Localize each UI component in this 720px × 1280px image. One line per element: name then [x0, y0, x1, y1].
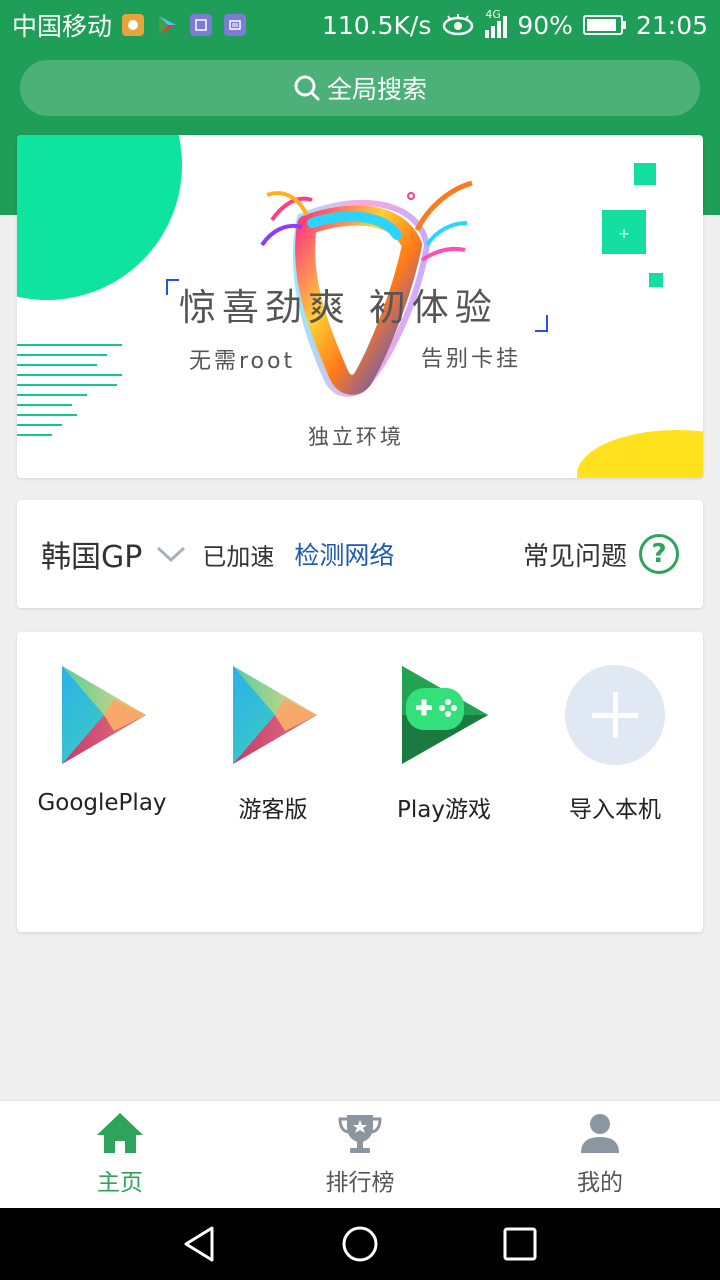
system-navigation-bar — [0, 1208, 720, 1280]
tab-label: 排行榜 — [325, 1170, 395, 1196]
message-notification-icon — [224, 14, 247, 36]
app-label: 游客版 — [238, 797, 308, 823]
tab-label: 我的 — [577, 1170, 623, 1196]
tab-label: 主页 — [97, 1170, 143, 1196]
detect-network-link[interactable]: 检测网络 — [294, 536, 394, 572]
apps-grid: GooglePlay 游客版 Play游戏 导入本机 — [17, 632, 703, 932]
home-button-icon[interactable] — [340, 1224, 380, 1264]
google-play-icon — [233, 666, 317, 764]
network-speed: 110.5K/s — [321, 10, 432, 40]
banner-right-caption: 告别卡挂 — [421, 347, 522, 372]
import-local-app[interactable]: 导入本机 — [530, 662, 700, 824]
status-bar: 中国移动 110.5K/s 4G 90% 21:05 — [0, 0, 720, 50]
tab-mine[interactable]: 我的 — [480, 1111, 720, 1197]
banner-left-caption: 无需root — [189, 349, 296, 374]
trophy-icon — [338, 1115, 382, 1153]
app-label: Play游戏 — [397, 797, 491, 823]
banner-bottom-caption: 独立环境 — [308, 425, 404, 449]
region-selector[interactable]: 韩国GP — [41, 532, 142, 576]
battery-percent: 90% — [517, 10, 573, 40]
tab-ranking[interactable]: 排行榜 — [240, 1111, 480, 1197]
app-google-play[interactable]: GooglePlay — [17, 662, 187, 816]
tab-home[interactable]: 主页 — [0, 1111, 240, 1197]
app-label: GooglePlay — [37, 790, 167, 816]
clock: 21:05 — [635, 10, 708, 40]
home-icon — [97, 1113, 143, 1153]
battery-icon — [582, 15, 626, 35]
promo-banner[interactable]: + 惊喜劲爽 初体验 无需root 告别卡挂 独立环境 — [17, 135, 703, 478]
banner-headline: 惊喜劲爽 初体验 — [179, 286, 498, 329]
bottom-tab-bar: 主页 排行榜 我的 — [0, 1100, 720, 1208]
eye-comfort-icon — [443, 14, 474, 36]
signal-icon: 4G — [485, 8, 508, 38]
app-label: 导入本机 — [569, 797, 661, 823]
search-label: 全局搜索 — [326, 75, 427, 104]
svg-text:+: + — [618, 226, 630, 242]
recents-icon[interactable] — [500, 1224, 540, 1264]
app-play-games[interactable]: Play游戏 — [359, 662, 529, 824]
chevron-down-icon[interactable] — [156, 545, 186, 563]
play-games-icon — [402, 666, 488, 764]
faq-label: 常见问题 — [522, 541, 627, 572]
network-status-card: 韩国GP 已加速 检测网络 常见问题 ? — [17, 500, 703, 608]
app-guest-version[interactable]: 游客版 — [188, 662, 358, 824]
acceleration-status: 已加速 — [202, 542, 275, 571]
carrier-name: 中国移动 — [12, 12, 113, 41]
play-store-notification-icon — [156, 14, 178, 36]
global-search-bar[interactable]: 全局搜索 — [20, 60, 700, 116]
google-play-icon — [62, 666, 146, 764]
faq-button[interactable]: 常见问题 ? — [523, 534, 679, 574]
uc-browser-notification-icon — [122, 14, 145, 36]
help-icon: ? — [639, 534, 679, 574]
search-icon — [294, 75, 320, 101]
add-icon — [565, 665, 665, 765]
back-icon[interactable] — [180, 1224, 220, 1264]
image-notification-icon — [190, 14, 213, 36]
person-icon — [581, 1114, 619, 1153]
network-type: 4G — [485, 8, 501, 21]
